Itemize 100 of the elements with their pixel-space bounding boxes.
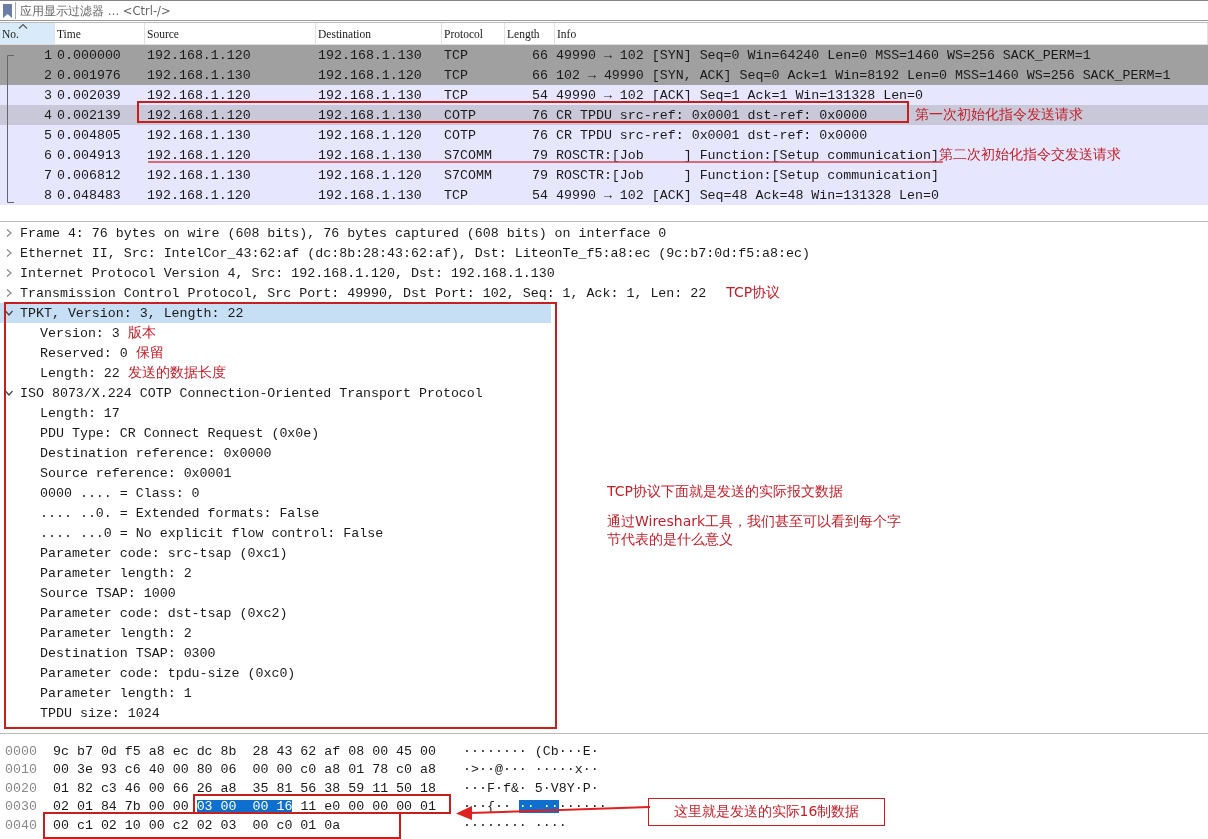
chevron-down-icon[interactable] <box>5 389 13 397</box>
packet-row[interactable]: 8 0.048483 192.168.1.120 192.168.1.130 TCP 54 49990 → 102 [ACK] Seq=48 Ack=48 Win=131328 Len=0 <box>0 185 1208 205</box>
table-cell: COTP <box>444 107 476 123</box>
table-cell: 0.002039 <box>57 87 121 103</box>
tree-text: .... ..0. = Extended formats: False <box>40 505 320 521</box>
column-header[interactable]: Source <box>145 23 316 44</box>
tree-text: Parameter code: src-tsap (0xc1) <box>40 545 288 561</box>
tree-text: Destination TSAP: 0300 <box>40 645 216 661</box>
table-cell: 1 <box>44 47 52 63</box>
chevron-right-icon[interactable] <box>5 269 13 277</box>
table-cell: 66 <box>532 67 548 83</box>
column-header[interactable]: Destination <box>316 23 442 44</box>
tree-row[interactable]: Frame 4: 76 bytes on wire (608 bits), 76 bytes captured (608 bits) on interface 0 <box>0 223 1208 243</box>
tree-text: Internet Protocol Version 4, Src: 192.168.1.120, Dst: 192.168.1.130 <box>20 265 555 281</box>
table-cell: 66 <box>532 47 548 63</box>
chevron-right-icon[interactable] <box>5 229 13 237</box>
tree-row[interactable]: Ethernet II, Src: IntelCor_43:62:af (dc:8b:28:43:62:af), Dst: LiteonTe_f5:a8:ec (9c:b7:0d:f5:a8:ec) <box>0 243 1208 263</box>
packet-row[interactable]: 6 0.004913 192.168.1.120 192.168.1.130 S7COMM 79 ROSCTR:[Job ] Function:[Setup communication]第二次初始化指令交发送请求 <box>0 145 1208 165</box>
table-cell: 79 <box>532 167 548 183</box>
tree-text: Parameter code: tpdu-size (0xc0) <box>40 665 296 681</box>
ascii-text: ········ ···· <box>463 818 567 832</box>
table-cell: 3 <box>44 87 52 103</box>
offset-text: 0000 <box>4 743 38 759</box>
table-cell: 192.168.1.130 <box>318 107 422 123</box>
tree-text: Parameter length: 2 <box>40 565 192 581</box>
packet-row[interactable]: 1 0.000000 192.168.1.120 192.168.1.130 TCP 66 49990 → 102 [SYN] Seq=0 Win=64240 Len=0 MSS=1460 WS=256 SACK_PERM=1 <box>0 45 1208 65</box>
ascii-text: ·>··@··· ·····x·· <box>463 763 599 777</box>
table-cell: 49990 → 102 [ACK] Seq=48 Ack=48 Win=131328 Len=0 <box>556 187 939 203</box>
tree-text: Destination reference: 0x0000 <box>40 445 272 461</box>
offset-text: 0030 <box>4 799 38 815</box>
table-cell: 192.168.1.120 <box>147 187 251 203</box>
tree-text: Parameter length: 1 <box>40 685 192 701</box>
tree-text: TPDU size: 1024 <box>40 705 160 721</box>
table-cell: CR TPDU src-ref: 0x0001 dst-ref: 0x0000 <box>556 107 868 123</box>
chevron-down-icon[interactable] <box>5 309 13 317</box>
offset-text: 0040 <box>4 817 38 833</box>
offset-text: 0020 <box>4 780 38 796</box>
tree-text: Length: 22 <box>40 365 120 381</box>
packet-row[interactable]: 4 0.002139 192.168.1.120 192.168.1.130 COTP 76 CR TPDU src-ref: 0x0001 dst-ref: 0x0000 第一次初始化指令发送请求 <box>0 105 1208 125</box>
table-cell: 0.048483 <box>57 187 121 203</box>
tree-row[interactable]: TPKT, Version: 3, Length: 22 <box>0 303 551 323</box>
table-cell: 192.168.1.120 <box>318 127 422 143</box>
annotation-text: TCP协议 <box>726 284 781 302</box>
table-cell: 192.168.1.120 <box>318 67 422 83</box>
tree-text: Ethernet II, Src: IntelCor_43:62:af (dc:8b:28:43:62:af), Dst: LiteonTe_f5:a8:ec (9c:b7:0d:f5:a8:ec) <box>20 245 810 261</box>
tree-row[interactable]: Internet Protocol Version 4, Src: 192.168.1.120, Dst: 192.168.1.130 <box>0 263 1208 283</box>
table-cell: 4 <box>44 107 52 123</box>
tree-row[interactable]: ISO 8073/X.224 COTP Connection-Oriented Transport Protocol <box>0 383 1208 403</box>
table-cell: 192.168.1.130 <box>147 67 251 83</box>
annotation-text: 第二次初始化指令交发送请求 <box>939 146 1121 164</box>
annotation-text: 版本 <box>127 324 156 342</box>
tree-text: .... ...0 = No explicit flow control: False <box>40 525 384 541</box>
table-cell: 192.168.1.130 <box>318 187 422 203</box>
table-cell: 192.168.1.120 <box>147 87 251 103</box>
table-cell: 8 <box>44 187 52 203</box>
bookmark-icon[interactable] <box>3 3 12 18</box>
chevron-right-icon[interactable] <box>5 249 13 257</box>
annotation-text: 通过Wireshark工具，我们甚至可以看到每个字节代表的是什么意义 <box>607 512 903 548</box>
table-cell: 192.168.1.130 <box>318 87 422 103</box>
tree-text: Source TSAP: 1000 <box>40 585 176 601</box>
annotation-text: 发送的数据长度 <box>127 364 226 382</box>
tree-text: Parameter length: 2 <box>40 625 192 641</box>
table-cell: TCP <box>444 187 468 203</box>
packet-row[interactable]: 2 0.001976 192.168.1.130 192.168.1.120 TCP 66 102 → 49990 [SYN, ACK] Seq=0 Ack=1 Win=8192 Len=0 MSS=1460 WS=256 SACK_PERM=1 <box>0 65 1208 85</box>
packet-row[interactable]: 7 0.006812 192.168.1.130 192.168.1.120 S7COMM 79 ROSCTR:[Job ] Function:[Setup communication] <box>0 165 1208 185</box>
tree-text: 0000 .... = Class: 0 <box>40 485 200 501</box>
hex-bytes: 9c b7 0d f5 a8 ec dc 8b 28 43 62 af 08 00 45 00 <box>53 744 436 758</box>
column-header[interactable]: Info <box>555 23 1208 44</box>
hex-bytes: 01 82 c3 46 00 66 26 a8 35 81 56 38 59 11 50 18 <box>53 781 436 795</box>
column-header[interactable]: No. <box>0 23 55 44</box>
table-cell: ROSCTR:[Job ] Function:[Setup communication] <box>556 167 939 183</box>
tree-text: Parameter code: dst-tsap (0xc2) <box>40 605 288 621</box>
tree-text: Version: 3 <box>40 325 120 341</box>
tree-row[interactable]: Transmission Control Protocol, Src Port: 49990, Dst Port: 102, Seq: 1, Ack: 1, Len: 22 TCP协议 <box>0 283 1208 303</box>
ascii-text: ···F·f&· 5·V8Y·P· <box>463 781 599 795</box>
table-cell: 54 <box>532 87 548 103</box>
annotation-text: TCP协议下面就是发送的实际报文数据 <box>607 483 843 501</box>
table-cell: 76 <box>532 107 548 123</box>
table-cell: S7COMM <box>444 147 492 163</box>
table-cell: 192.168.1.120 <box>147 47 251 63</box>
column-header[interactable]: Time <box>55 23 145 44</box>
annotation-text: 第一次初始化指令发送请求 <box>915 106 1084 124</box>
table-cell: 192.168.1.130 <box>147 127 251 143</box>
table-cell: TCP <box>444 47 468 63</box>
annotation-text: 保留 <box>135 344 164 362</box>
ascii-text: ········ (Cb···E· <box>463 744 599 758</box>
column-header[interactable]: Length <box>505 23 555 44</box>
table-cell: 192.168.1.120 <box>318 167 422 183</box>
tree-text: ISO 8073/X.224 COTP Connection-Oriented Transport Protocol <box>20 385 483 401</box>
table-cell: TCP <box>444 87 468 103</box>
table-cell: 7 <box>44 167 52 183</box>
packet-row[interactable]: 5 0.004805 192.168.1.130 192.168.1.120 COTP 76 CR TPDU src-ref: 0x0001 dst-ref: 0x0000 <box>0 125 1208 145</box>
chevron-right-icon[interactable] <box>5 289 13 297</box>
table-cell: 102 → 49990 [SYN, ACK] Seq=0 Ack=1 Win=8192 Len=0 MSS=1460 WS=256 SACK_PERM=1 <box>556 67 1171 83</box>
table-cell: 192.168.1.120 <box>147 107 251 123</box>
table-cell: 79 <box>532 147 548 163</box>
callout-label: 这里就是发送的实际16制数据 <box>648 798 885 826</box>
column-header[interactable]: Protocol <box>442 23 505 44</box>
table-cell: 2 <box>44 67 52 83</box>
table-cell: 0.006812 <box>57 167 121 183</box>
